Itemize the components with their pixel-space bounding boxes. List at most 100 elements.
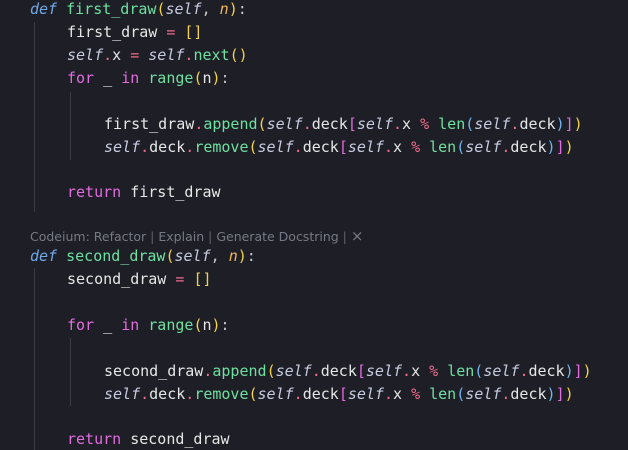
code-line[interactable]: for _ in range(n): <box>67 67 230 89</box>
colon: : <box>237 0 247 18</box>
function-name: first_draw <box>66 0 157 18</box>
operator: % <box>411 385 421 403</box>
variable: second_draw <box>67 270 167 288</box>
keyword-return: return <box>67 183 122 201</box>
codelens-docstring-link[interactable]: Generate Docstring <box>216 229 338 244</box>
code-line[interactable]: def second_draw(self, n): <box>30 245 256 267</box>
dot: . <box>293 138 303 156</box>
self-token: self <box>104 138 141 156</box>
param-n: n <box>219 0 229 18</box>
code-line[interactable]: first_draw.append(self.deck[self.x % len… <box>104 113 583 135</box>
self-token: self <box>266 115 303 133</box>
attribute: x <box>112 46 122 64</box>
indent-guide <box>70 92 71 160</box>
bracket: [ <box>338 138 348 156</box>
dot: . <box>194 115 204 133</box>
function-name: second_draw <box>66 247 166 265</box>
colon: : <box>246 247 256 265</box>
keyword-in: in <box>121 316 140 334</box>
paren: ( <box>465 115 475 133</box>
paren: ) <box>555 115 565 133</box>
variable: first_draw <box>130 183 221 201</box>
code-line[interactable]: return second_draw <box>67 428 230 450</box>
bracket: ] <box>555 385 565 403</box>
self-token: self <box>365 362 403 380</box>
method-name: append <box>203 115 258 133</box>
operator: = <box>166 23 176 41</box>
attribute: deck <box>519 115 556 133</box>
paren: ) <box>564 385 574 403</box>
method-name: append <box>212 362 267 380</box>
paren: ( <box>165 247 175 265</box>
paren: ) <box>238 46 248 64</box>
method-name: next <box>193 46 230 64</box>
attribute: deck <box>149 385 186 403</box>
dot: . <box>185 138 195 156</box>
paren: ) <box>564 362 574 380</box>
comma: , <box>201 0 220 18</box>
paren: ( <box>456 385 466 403</box>
attribute: x <box>411 362 421 380</box>
paren: ( <box>257 115 267 133</box>
method-name: remove <box>194 138 249 156</box>
colon: : <box>220 69 230 87</box>
codelens-separator: | <box>204 229 217 244</box>
codelens-explain-link[interactable]: Explain <box>158 229 204 244</box>
codelens-separator: | <box>146 229 159 244</box>
dot: . <box>103 46 113 64</box>
self-token: self <box>347 138 384 156</box>
code-line[interactable]: first_draw = [] <box>67 21 202 43</box>
param-n: n <box>228 247 238 265</box>
code-line[interactable]: def first_draw(self, n): <box>30 0 247 20</box>
dot: . <box>140 385 150 403</box>
builtin-name: len <box>429 385 457 403</box>
self-token: self <box>165 0 202 18</box>
paren: ( <box>248 138 258 156</box>
builtin-name: range <box>148 316 194 334</box>
attribute: deck <box>302 138 339 156</box>
self-token: self <box>257 385 294 403</box>
variable: _ <box>103 316 113 334</box>
code-line[interactable]: self.deck.remove(self.deck[self.x % len(… <box>104 383 574 405</box>
variable: first_draw <box>67 23 158 41</box>
operator: = <box>130 46 140 64</box>
operator: = <box>175 270 185 288</box>
paren: ) <box>582 362 592 380</box>
code-line[interactable]: self.x = self.next() <box>67 44 248 66</box>
paren: ) <box>211 69 221 87</box>
code-editor[interactable]: def first_draw(self, n): first_draw = []… <box>0 0 628 450</box>
self-token: self <box>67 46 104 64</box>
keyword-return: return <box>67 430 122 448</box>
code-line[interactable]: self.deck.remove(self.deck[self.x % len(… <box>104 136 574 158</box>
bracket: [] <box>184 23 203 41</box>
bracket: [ <box>356 362 366 380</box>
code-line[interactable]: second_draw = [] <box>67 268 212 290</box>
attribute: x <box>402 115 412 133</box>
code-line[interactable]: second_draw.append(self.deck[self.x % le… <box>104 360 592 382</box>
self-token: self <box>465 138 502 156</box>
attribute: deck <box>320 362 357 380</box>
attribute: deck <box>510 385 547 403</box>
comma: , <box>210 247 229 265</box>
method-name: remove <box>194 385 249 403</box>
self-token: self <box>275 362 312 380</box>
builtin-name: len <box>429 138 457 156</box>
code-line[interactable]: for _ in range(n): <box>67 314 230 336</box>
paren: ) <box>211 316 221 334</box>
variable: n <box>202 69 212 87</box>
dot: . <box>293 385 303 403</box>
variable: first_draw <box>104 115 195 133</box>
self-token: self <box>347 385 384 403</box>
codelens-refactor-link[interactable]: Refactor <box>94 229 146 244</box>
variable: second_draw <box>130 430 230 448</box>
dot: . <box>311 362 321 380</box>
close-icon[interactable]: × <box>351 227 364 245</box>
code-line[interactable]: return first_draw <box>67 181 221 203</box>
dot: . <box>383 138 393 156</box>
attribute: deck <box>311 115 348 133</box>
dot: . <box>402 362 412 380</box>
paren: ( <box>266 362 276 380</box>
self-token: self <box>356 115 393 133</box>
indent-guide <box>70 338 71 406</box>
operator: % <box>420 115 430 133</box>
